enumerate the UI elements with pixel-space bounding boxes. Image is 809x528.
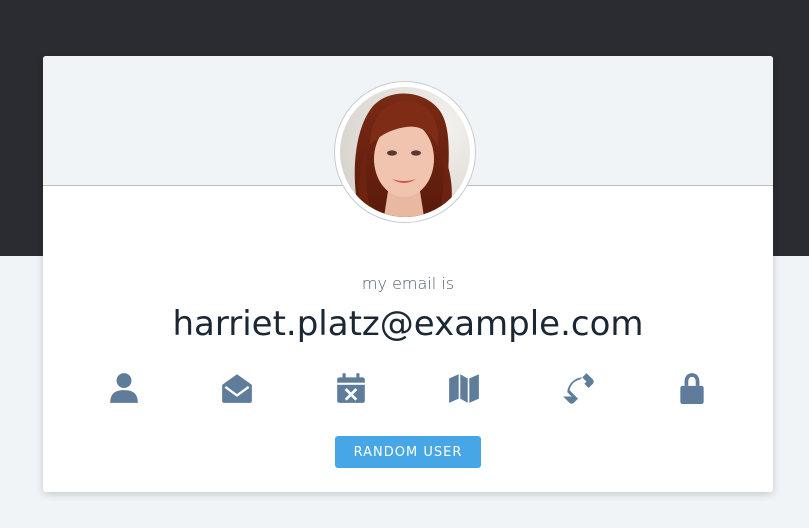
- user-icon-button[interactable]: [104, 368, 144, 408]
- envelope-open-icon: [222, 374, 252, 403]
- user-icon: [110, 373, 138, 403]
- user-card: my email is harriet.platz@example.com RA…: [43, 56, 773, 492]
- location-icon-button[interactable]: [444, 368, 484, 408]
- detail-icon-bar: [43, 368, 773, 408]
- password-icon-button[interactable]: [672, 368, 712, 408]
- avatar-photo: [340, 87, 470, 217]
- random-user-button[interactable]: RANDOM USER: [335, 436, 481, 468]
- phone-icon: [563, 373, 594, 404]
- email-icon-button[interactable]: [217, 368, 257, 408]
- detail-value: harriet.platz@example.com: [172, 304, 644, 344]
- calendar-icon: [337, 373, 365, 403]
- detail-label: my email is: [361, 274, 455, 293]
- birthday-icon-button[interactable]: [331, 368, 371, 408]
- map-icon: [449, 374, 479, 403]
- lock-icon: [680, 373, 704, 404]
- phone-icon-button[interactable]: [558, 368, 598, 408]
- avatar: [334, 81, 476, 223]
